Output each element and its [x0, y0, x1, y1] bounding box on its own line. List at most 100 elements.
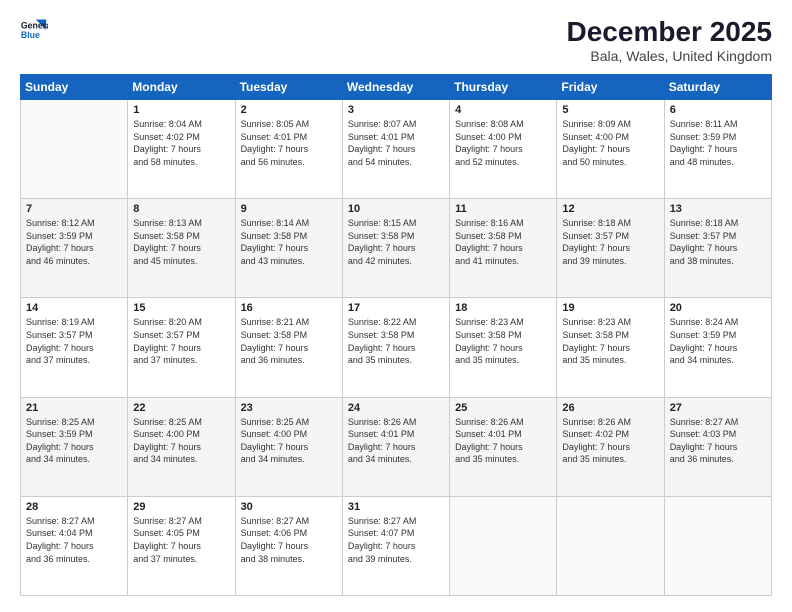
table-row: 21 Sunrise: 8:25 AM Sunset: 3:59 PM Dayli… — [21, 397, 128, 496]
day-number: 10 — [348, 203, 444, 215]
day-number: 21 — [26, 402, 122, 414]
table-row: 8Sunrise: 8:13 AM Sunset: 3:58 PM Daylig… — [128, 199, 235, 298]
table-row: 26 Sunrise: 8:26 AM Sunset: 4:02 PM Dayli… — [557, 397, 664, 496]
table-row: 28 Sunrise: 8:27 AM Sunset: 4:04 PM Dayli… — [21, 496, 128, 595]
day-info: Sunrise: 8:08 AM Sunset: 4:00 PM Dayligh… — [455, 118, 551, 168]
day-info: Sunrise: 8:27 AM Sunset: 4:05 PM Dayligh… — [133, 515, 229, 565]
day-number: 25 — [455, 402, 551, 414]
calendar-week-row: 28 Sunrise: 8:27 AM Sunset: 4:04 PM Dayli… — [21, 496, 772, 595]
day-number: 5 — [562, 104, 658, 116]
day-number: 12 — [562, 203, 658, 215]
day-number: 3 — [348, 104, 444, 116]
table-row: 15 Sunrise: 8:20 AM Sunset: 3:57 PM Dayli… — [128, 298, 235, 397]
calendar-week-row: 21 Sunrise: 8:25 AM Sunset: 3:59 PM Dayli… — [21, 397, 772, 496]
table-row: 13Sunrise: 8:18 AM Sunset: 3:57 PM Dayli… — [664, 199, 771, 298]
table-row: 17Sunrise: 8:22 AM Sunset: 3:58 PM Dayli… — [342, 298, 449, 397]
day-info: Sunrise: 8:09 AM Sunset: 4:00 PM Dayligh… — [562, 118, 658, 168]
location: Bala, Wales, United Kingdom — [567, 48, 772, 64]
table-row: 19 Sunrise: 8:23 AM Sunset: 3:58 PM Dayli… — [557, 298, 664, 397]
month-title: December 2025 — [567, 16, 772, 48]
header-tuesday: Tuesday — [235, 75, 342, 100]
day-number: 27 — [670, 402, 766, 414]
table-row — [450, 496, 557, 595]
day-number: 24 — [348, 402, 444, 414]
day-number: 17 — [348, 302, 444, 314]
table-row: 6 Sunrise: 8:11 AM Sunset: 3:59 PM Daylig… — [664, 100, 771, 199]
day-info: Sunrise: 8:18 AM Sunset: 3:57 PM Dayligh… — [562, 217, 658, 267]
table-row — [557, 496, 664, 595]
day-number: 6 — [670, 104, 766, 116]
table-row — [664, 496, 771, 595]
day-number: 20 — [670, 302, 766, 314]
day-info: Sunrise: 8:27 AM Sunset: 4:03 PM Dayligh… — [670, 416, 766, 466]
table-row: 4 Sunrise: 8:08 AM Sunset: 4:00 PM Daylig… — [450, 100, 557, 199]
calendar-week-row: 1 Sunrise: 8:04 AM Sunset: 4:02 PM Daylig… — [21, 100, 772, 199]
header-thursday: Thursday — [450, 75, 557, 100]
day-info: Sunrise: 8:24 AM Sunset: 3:59 PM Dayligh… — [670, 316, 766, 366]
day-number: 11 — [455, 203, 551, 215]
day-number: 29 — [133, 501, 229, 513]
day-number: 15 — [133, 302, 229, 314]
day-info: Sunrise: 8:07 AM Sunset: 4:01 PM Dayligh… — [348, 118, 444, 168]
table-row: 12 Sunrise: 8:18 AM Sunset: 3:57 PM Dayli… — [557, 199, 664, 298]
day-number: 7 — [26, 203, 122, 215]
day-info: Sunrise: 8:27 AM Sunset: 4:04 PM Dayligh… — [26, 515, 122, 565]
logo-icon: General Blue — [20, 16, 48, 44]
day-number: 28 — [26, 501, 122, 513]
day-info: Sunrise: 8:13 AM Sunset: 3:58 PM Dayligh… — [133, 217, 229, 267]
page: General Blue December 2025 Bala, Wales, … — [0, 0, 792, 612]
day-number: 31 — [348, 501, 444, 513]
svg-text:Blue: Blue — [21, 30, 40, 40]
table-row: 18Sunrise: 8:23 AM Sunset: 3:58 PM Dayli… — [450, 298, 557, 397]
day-number: 23 — [241, 402, 337, 414]
day-number: 1 — [133, 104, 229, 116]
table-row: 14Sunrise: 8:19 AM Sunset: 3:57 PM Dayli… — [21, 298, 128, 397]
day-number: 18 — [455, 302, 551, 314]
table-row: 31 Sunrise: 8:27 AM Sunset: 4:07 PM Dayli… — [342, 496, 449, 595]
day-info: Sunrise: 8:21 AM Sunset: 3:58 PM Dayligh… — [241, 316, 337, 366]
weekday-header-row: Sunday Monday Tuesday Wednesday Thursday… — [21, 75, 772, 100]
day-info: Sunrise: 8:26 AM Sunset: 4:02 PM Dayligh… — [562, 416, 658, 466]
day-number: 26 — [562, 402, 658, 414]
day-info: Sunrise: 8:25 AM Sunset: 4:00 PM Dayligh… — [241, 416, 337, 466]
day-number: 22 — [133, 402, 229, 414]
day-number: 9 — [241, 203, 337, 215]
table-row: 29 Sunrise: 8:27 AM Sunset: 4:05 PM Dayli… — [128, 496, 235, 595]
day-info: Sunrise: 8:20 AM Sunset: 3:57 PM Dayligh… — [133, 316, 229, 366]
day-info: Sunrise: 8:27 AM Sunset: 4:07 PM Dayligh… — [348, 515, 444, 565]
header-friday: Friday — [557, 75, 664, 100]
day-info: Sunrise: 8:25 AM Sunset: 4:00 PM Dayligh… — [133, 416, 229, 466]
header-sunday: Sunday — [21, 75, 128, 100]
table-row: 11 Sunrise: 8:16 AM Sunset: 3:58 PM Dayli… — [450, 199, 557, 298]
table-row: 7 Sunrise: 8:12 AM Sunset: 3:59 PM Daylig… — [21, 199, 128, 298]
table-row: 10 Sunrise: 8:15 AM Sunset: 3:58 PM Dayli… — [342, 199, 449, 298]
table-row: 20 Sunrise: 8:24 AM Sunset: 3:59 PM Dayli… — [664, 298, 771, 397]
day-info: Sunrise: 8:04 AM Sunset: 4:02 PM Dayligh… — [133, 118, 229, 168]
table-row: 30 Sunrise: 8:27 AM Sunset: 4:06 PM Dayli… — [235, 496, 342, 595]
day-number: 19 — [562, 302, 658, 314]
day-info: Sunrise: 8:16 AM Sunset: 3:58 PM Dayligh… — [455, 217, 551, 267]
day-number: 2 — [241, 104, 337, 116]
calendar-week-row: 14Sunrise: 8:19 AM Sunset: 3:57 PM Dayli… — [21, 298, 772, 397]
day-info: Sunrise: 8:27 AM Sunset: 4:06 PM Dayligh… — [241, 515, 337, 565]
day-number: 30 — [241, 501, 337, 513]
day-info: Sunrise: 8:12 AM Sunset: 3:59 PM Dayligh… — [26, 217, 122, 267]
day-info: Sunrise: 8:11 AM Sunset: 3:59 PM Dayligh… — [670, 118, 766, 168]
day-info: Sunrise: 8:15 AM Sunset: 3:58 PM Dayligh… — [348, 217, 444, 267]
table-row — [21, 100, 128, 199]
header: General Blue December 2025 Bala, Wales, … — [20, 16, 772, 64]
table-row: 1 Sunrise: 8:04 AM Sunset: 4:02 PM Daylig… — [128, 100, 235, 199]
day-info: Sunrise: 8:26 AM Sunset: 4:01 PM Dayligh… — [348, 416, 444, 466]
header-saturday: Saturday — [664, 75, 771, 100]
day-info: Sunrise: 8:23 AM Sunset: 3:58 PM Dayligh… — [562, 316, 658, 366]
day-info: Sunrise: 8:05 AM Sunset: 4:01 PM Dayligh… — [241, 118, 337, 168]
header-monday: Monday — [128, 75, 235, 100]
table-row: 22 Sunrise: 8:25 AM Sunset: 4:00 PM Dayli… — [128, 397, 235, 496]
day-info: Sunrise: 8:19 AM Sunset: 3:57 PM Dayligh… — [26, 316, 122, 366]
day-info: Sunrise: 8:18 AM Sunset: 3:57 PM Dayligh… — [670, 217, 766, 267]
logo: General Blue — [20, 16, 48, 44]
svg-text:General: General — [21, 20, 48, 30]
day-number: 4 — [455, 104, 551, 116]
day-info: Sunrise: 8:25 AM Sunset: 3:59 PM Dayligh… — [26, 416, 122, 466]
table-row: 27 Sunrise: 8:27 AM Sunset: 4:03 PM Dayli… — [664, 397, 771, 496]
